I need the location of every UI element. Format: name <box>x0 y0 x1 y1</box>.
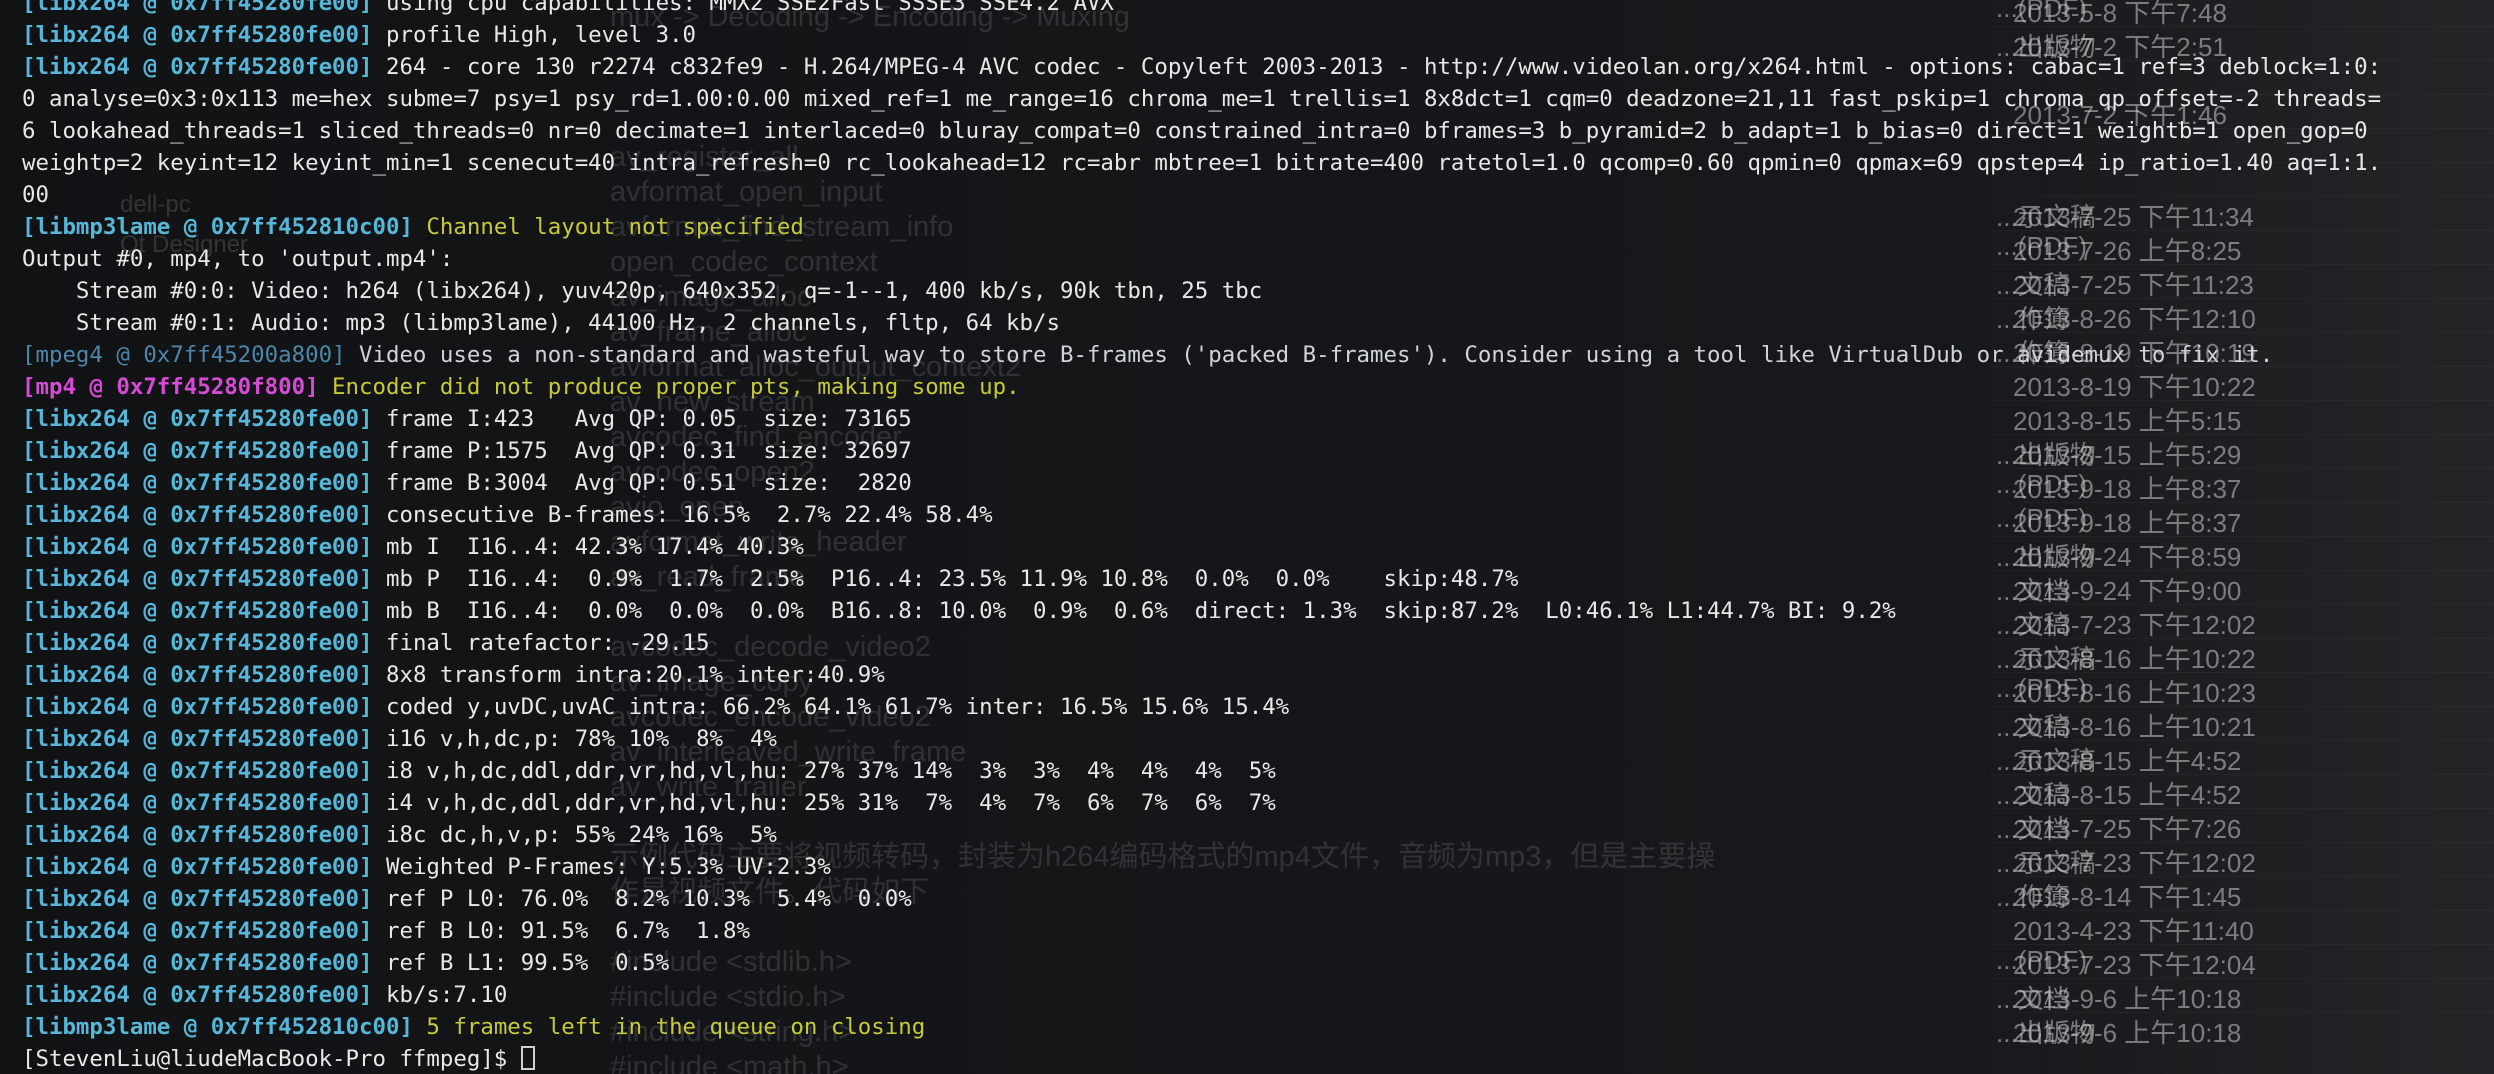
shell-prompt: [StevenLiu@liudeMacBook-Pro ffmpeg]$ <box>22 1046 521 1072</box>
log-message: Stream #0:1: Audio: mp3 (libmp3lame), 44… <box>22 310 1060 336</box>
log-message: final ratefactor: -29.15 <box>372 630 710 656</box>
log-source-prefix: [libx264 @ 0x7ff45280fe00] <box>22 470 373 496</box>
terminal-line: weightp=2 keyint=12 keyint_min=1 scenecu… <box>22 147 2494 179</box>
log-message: 264 - core 130 r2274 c832fe9 - H.264/MPE… <box>372 54 2382 80</box>
log-message: mb B I16..4: 0.0% 0.0% 0.0% B16..8: 10.0… <box>372 598 1896 624</box>
log-message: frame B:3004 Avg QP: 0.51 size: 2820 <box>372 470 912 496</box>
log-source-prefix: [libx264 @ 0x7ff45280fe00] <box>22 438 373 464</box>
terminal-line: [libx264 @ 0x7ff45280fe00] Weighted P-Fr… <box>22 851 2494 883</box>
log-source-prefix: [libx264 @ 0x7ff45280fe00] <box>22 0 373 16</box>
log-source-prefix: [libx264 @ 0x7ff45280fe00] <box>22 982 373 1008</box>
terminal-line: Output #0, mp4, to 'output.mp4': <box>22 243 2494 275</box>
terminal-line: [libx264 @ 0x7ff45280fe00] profile High,… <box>22 19 2494 51</box>
terminal-cursor[interactable] <box>520 1046 535 1070</box>
log-message: frame I:423 Avg QP: 0.05 size: 73165 <box>372 406 912 432</box>
log-message: i8 v,h,dc,ddl,ddr,vr,hd,vl,hu: 27% 37% 1… <box>372 758 1276 784</box>
log-message: Encoder did not produce proper pts, maki… <box>318 374 1020 400</box>
terminal-output[interactable]: [libx264 @ 0x7ff45280fe00] using cpu cap… <box>0 0 2494 1074</box>
log-message: Stream #0:0: Video: h264 (libx264), yuv4… <box>22 278 1263 304</box>
terminal-line: [libx264 @ 0x7ff45280fe00] kb/s:7.10 <box>22 979 2494 1011</box>
terminal-line: [libx264 @ 0x7ff45280fe00] coded y,uvDC,… <box>22 691 2494 723</box>
log-source-prefix: [libmp3lame @ 0x7ff452810c00] <box>22 1014 413 1040</box>
log-message: frame P:1575 Avg QP: 0.31 size: 32697 <box>372 438 912 464</box>
log-source-prefix: [libx264 @ 0x7ff45280fe00] <box>22 502 373 528</box>
log-source-prefix: [libx264 @ 0x7ff45280fe00] <box>22 822 373 848</box>
log-message: Output #0, mp4, to 'output.mp4': <box>22 246 454 272</box>
log-message: i8c dc,h,v,p: 55% 24% 16% 5% <box>372 822 777 848</box>
terminal-line: [StevenLiu@liudeMacBook-Pro ffmpeg]$ <box>22 1043 2494 1074</box>
terminal-line: [libx264 @ 0x7ff45280fe00] ref B L0: 91.… <box>22 915 2494 947</box>
log-message: ref P L0: 76.0% 8.2% 10.3% 5.4% 0.0% <box>372 886 912 912</box>
terminal-line: 0 analyse=0x3:0x113 me=hex subme=7 psy=1… <box>22 83 2494 115</box>
log-source-prefix: [libx264 @ 0x7ff45280fe00] <box>22 406 373 432</box>
log-source-prefix: [libx264 @ 0x7ff45280fe00] <box>22 534 373 560</box>
terminal-line: [libx264 @ 0x7ff45280fe00] 264 - core 13… <box>22 51 2494 83</box>
terminal-line: [libx264 @ 0x7ff45280fe00] i8c dc,h,v,p:… <box>22 819 2494 851</box>
terminal-line: [libmp3lame @ 0x7ff452810c00] Channel la… <box>22 211 2494 243</box>
log-source-prefix: [libx264 @ 0x7ff45280fe00] <box>22 854 373 880</box>
log-source-prefix: [libx264 @ 0x7ff45280fe00] <box>22 790 373 816</box>
terminal-line: [libx264 @ 0x7ff45280fe00] frame I:423 A… <box>22 403 2494 435</box>
log-source-prefix: [libx264 @ 0x7ff45280fe00] <box>22 54 373 80</box>
log-message: coded y,uvDC,uvAC intra: 66.2% 64.1% 61.… <box>372 694 1290 720</box>
log-message: 5 frames left in the queue on closing <box>412 1014 926 1040</box>
terminal-line: [libmp3lame @ 0x7ff452810c00] 5 frames l… <box>22 1011 2494 1043</box>
log-message: i16 v,h,dc,p: 78% 10% 8% 4% <box>372 726 777 752</box>
log-source-prefix: [libx264 @ 0x7ff45280fe00] <box>22 886 373 912</box>
log-source-prefix: [libx264 @ 0x7ff45280fe00] <box>22 598 373 624</box>
terminal-line: Stream #0:0: Video: h264 (libx264), yuv4… <box>22 275 2494 307</box>
log-message: Weighted P-Frames: Y:5.3% UV:2.3% <box>372 854 831 880</box>
log-source-prefix: [mpeg4 @ 0x7ff45200a800] <box>22 342 346 368</box>
log-message: mb P I16..4: 0.9% 1.7% 2.5% P16..4: 23.5… <box>372 566 1519 592</box>
terminal-line: [libx264 @ 0x7ff45280fe00] consecutive B… <box>22 499 2494 531</box>
terminal-line: [mpeg4 @ 0x7ff45200a800] Video uses a no… <box>22 339 2494 371</box>
terminal-line: [libx264 @ 0x7ff45280fe00] mb P I16..4: … <box>22 563 2494 595</box>
log-source-prefix: [libx264 @ 0x7ff45280fe00] <box>22 694 373 720</box>
log-source-prefix: [libx264 @ 0x7ff45280fe00] <box>22 758 373 784</box>
log-source-prefix: [libx264 @ 0x7ff45280fe00] <box>22 630 373 656</box>
terminal-line: Stream #0:1: Audio: mp3 (libmp3lame), 44… <box>22 307 2494 339</box>
log-source-prefix: [mp4 @ 0x7ff45280f800] <box>22 374 319 400</box>
log-source-prefix: [libx264 @ 0x7ff45280fe00] <box>22 726 373 752</box>
log-message: kb/s:7.10 <box>372 982 508 1008</box>
terminal-line: 00 <box>22 179 2494 211</box>
terminal-line: [libx264 @ 0x7ff45280fe00] frame B:3004 … <box>22 467 2494 499</box>
log-message: ref B L1: 99.5% 0.5% <box>372 950 670 976</box>
terminal-line: [libx264 @ 0x7ff45280fe00] i16 v,h,dc,p:… <box>22 723 2494 755</box>
log-message: Channel layout not specified <box>412 214 804 240</box>
terminal-line: [mp4 @ 0x7ff45280f800] Encoder did not p… <box>22 371 2494 403</box>
terminal-line: [libx264 @ 0x7ff45280fe00] using cpu cap… <box>22 0 2494 19</box>
log-source-prefix: [libmp3lame @ 0x7ff452810c00] <box>22 214 413 240</box>
log-source-prefix: [libx264 @ 0x7ff45280fe00] <box>22 22 373 48</box>
terminal-line: [libx264 @ 0x7ff45280fe00] frame P:1575 … <box>22 435 2494 467</box>
log-message: i4 v,h,dc,ddl,ddr,vr,hd,vl,hu: 25% 31% 7… <box>372 790 1276 816</box>
terminal-line: [libx264 @ 0x7ff45280fe00] mb I I16..4: … <box>22 531 2494 563</box>
log-message: consecutive B-frames: 16.5% 2.7% 22.4% 5… <box>372 502 993 528</box>
terminal-line: [libx264 @ 0x7ff45280fe00] ref P L0: 76.… <box>22 883 2494 915</box>
log-message: 0 analyse=0x3:0x113 me=hex subme=7 psy=1… <box>22 86 2382 112</box>
log-message: mb I I16..4: 42.3% 17.4% 40.3% <box>372 534 804 560</box>
terminal-line: [libx264 @ 0x7ff45280fe00] 8x8 transform… <box>22 659 2494 691</box>
log-message: Video uses a non-standard and wasteful w… <box>345 342 2274 368</box>
log-message: weightp=2 keyint=12 keyint_min=1 scenecu… <box>22 150 2382 176</box>
log-source-prefix: [libx264 @ 0x7ff45280fe00] <box>22 918 373 944</box>
terminal-line: 6 lookahead_threads=1 sliced_threads=0 n… <box>22 115 2494 147</box>
terminal-line: [libx264 @ 0x7ff45280fe00] i4 v,h,dc,ddl… <box>22 787 2494 819</box>
terminal-line: [libx264 @ 0x7ff45280fe00] final ratefac… <box>22 627 2494 659</box>
terminal-line: [libx264 @ 0x7ff45280fe00] mb B I16..4: … <box>22 595 2494 627</box>
terminal-line: [libx264 @ 0x7ff45280fe00] i8 v,h,dc,ddl… <box>22 755 2494 787</box>
log-message: 6 lookahead_threads=1 sliced_threads=0 n… <box>22 118 2368 144</box>
log-source-prefix: [libx264 @ 0x7ff45280fe00] <box>22 662 373 688</box>
terminal-line: [libx264 @ 0x7ff45280fe00] ref B L1: 99.… <box>22 947 2494 979</box>
log-message: profile High, level 3.0 <box>372 22 697 48</box>
log-message: 00 <box>22 182 49 208</box>
terminal-window[interactable]: dell-pc Qt Designer mux -> Decoding -> E… <box>0 0 2494 1074</box>
log-message: ref B L0: 91.5% 6.7% 1.8% <box>372 918 750 944</box>
log-source-prefix: [libx264 @ 0x7ff45280fe00] <box>22 566 373 592</box>
log-message: 8x8 transform intra:20.1% inter:40.9% <box>372 662 885 688</box>
log-message: using cpu capabilities: MMX2 SSE2Fast SS… <box>372 0 1114 16</box>
log-source-prefix: [libx264 @ 0x7ff45280fe00] <box>22 950 373 976</box>
